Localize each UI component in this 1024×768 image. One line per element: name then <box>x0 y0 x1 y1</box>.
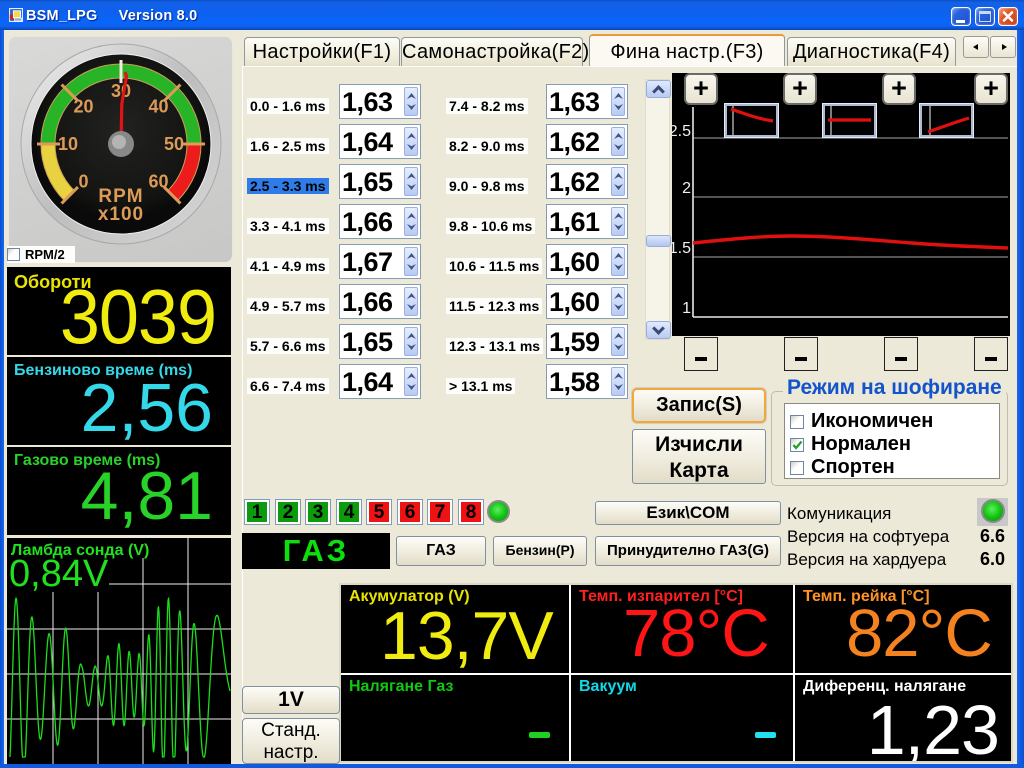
svg-text:20: 20 <box>73 97 93 117</box>
svg-text:40: 40 <box>148 97 168 117</box>
svg-text:10: 10 <box>58 134 78 154</box>
svg-text:0,84V: 0,84V <box>9 553 109 595</box>
svg-text:1: 1 <box>682 300 691 317</box>
svg-text:2.5: 2.5 <box>672 123 691 140</box>
svg-text:60: 60 <box>148 172 168 192</box>
svg-text:x100: x100 <box>98 204 144 225</box>
svg-text:1.5: 1.5 <box>672 240 691 257</box>
svg-text:2: 2 <box>682 180 691 197</box>
svg-text:50: 50 <box>164 134 184 154</box>
svg-text:30: 30 <box>111 81 131 101</box>
svg-text:0: 0 <box>78 172 88 192</box>
